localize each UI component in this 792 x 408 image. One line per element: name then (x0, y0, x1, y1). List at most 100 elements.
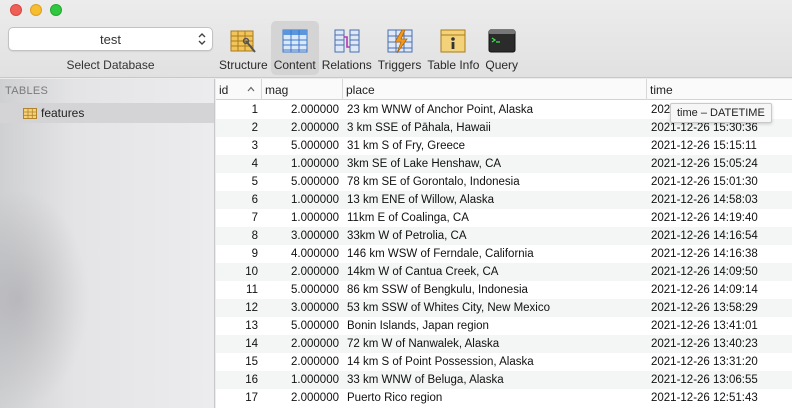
table-row[interactable]: 15 2.000000 14 km S of Point Possession, A… (216, 353, 792, 371)
column-header-time[interactable]: time (647, 79, 792, 100)
table-row[interactable]: 8 3.000000 33km W of Petrolia, CA 2021-12-2… (216, 227, 792, 245)
content-button[interactable]: Content (270, 21, 319, 75)
cell-place[interactable]: Bonin Islands, Japan region (343, 317, 647, 335)
cell-id[interactable]: 7 (216, 209, 262, 227)
cell-place[interactable]: 53 km SSW of Whites City, New Mexico (343, 299, 647, 317)
cell-mag[interactable]: 2.000000 (262, 101, 343, 119)
cell-mag[interactable]: 4.000000 (262, 245, 343, 263)
cell-time[interactable]: 2021-12-26 14:09:14 (647, 281, 792, 299)
cell-time[interactable]: 2021-12-26 15:05:24 (647, 155, 792, 173)
cell-mag[interactable]: 5.000000 (262, 137, 343, 155)
column-header-mag[interactable]: mag (262, 79, 343, 100)
minimize-window-button[interactable] (30, 4, 42, 16)
cell-place[interactable]: 23 km WNW of Anchor Point, Alaska (343, 101, 647, 119)
table-row[interactable]: 17 2.000000 Puerto Rico region 2021-12-26 1… (216, 389, 792, 407)
cell-mag[interactable]: 2.000000 (262, 335, 343, 353)
cell-mag[interactable]: 1.000000 (262, 209, 343, 227)
cell-mag[interactable]: 5.000000 (262, 317, 343, 335)
cell-place[interactable]: 72 km W of Nanwalek, Alaska (343, 335, 647, 353)
relations-button[interactable]: Relations (319, 21, 375, 75)
cell-time[interactable]: 2021-12-26 15:15:11 (647, 137, 792, 155)
cell-time[interactable]: 2021-12-26 15:01:30 (647, 173, 792, 191)
cell-time[interactable]: 2021-12-26 13:31:20 (647, 353, 792, 371)
cell-time[interactable]: 2021-12-26 14:58:03 (647, 191, 792, 209)
column-header-id[interactable]: id (216, 79, 262, 100)
cell-place[interactable]: 146 km WSW of Ferndale, California (343, 245, 647, 263)
table-row[interactable]: 12 3.000000 53 km SSW of Whites City, New … (216, 299, 792, 317)
cell-time[interactable]: 2021-12-26 13:06:55 (647, 371, 792, 389)
cell-place[interactable]: 11km E of Coalinga, CA (343, 209, 647, 227)
cell-place[interactable]: 31 km S of Fry, Greece (343, 137, 647, 155)
structure-button[interactable]: Structure (216, 21, 271, 75)
table-row[interactable]: 14 2.000000 72 km W of Nanwalek, Alaska 202… (216, 335, 792, 353)
table-row[interactable]: 13 5.000000 Bonin Islands, Japan region 202… (216, 317, 792, 335)
cell-place[interactable]: 3 km SSE of Pāhala, Hawaii (343, 119, 647, 137)
cell-place[interactable]: 13 km ENE of Willow, Alaska (343, 191, 647, 209)
table-row[interactable]: 3 5.000000 31 km S of Fry, Greece 2021-12-2… (216, 137, 792, 155)
table-row[interactable]: 11 5.000000 86 km SSW of Bengkulu, Indones… (216, 281, 792, 299)
cell-id[interactable]: 10 (216, 263, 262, 281)
column-header-label: place (346, 82, 375, 97)
cell-time[interactable]: 2021-12-26 13:40:23 (647, 335, 792, 353)
cell-place[interactable]: 33 km WNW of Beluga, Alaska (343, 371, 647, 389)
cell-place[interactable]: 14 km S of Point Possession, Alaska (343, 353, 647, 371)
cell-place[interactable]: Puerto Rico region (343, 389, 647, 407)
cell-id[interactable]: 3 (216, 137, 262, 155)
cell-id[interactable]: 13 (216, 317, 262, 335)
close-window-button[interactable] (10, 4, 22, 16)
cell-mag[interactable]: 2.000000 (262, 389, 343, 407)
zoom-window-button[interactable] (50, 4, 62, 16)
cell-id[interactable]: 8 (216, 227, 262, 245)
database-select[interactable]: test (8, 27, 213, 51)
cell-id[interactable]: 1 (216, 101, 262, 119)
table-row[interactable]: 6 1.000000 13 km ENE of Willow, Alaska 2021… (216, 191, 792, 209)
sidebar-item-features[interactable]: features (0, 103, 214, 123)
cell-place[interactable]: 86 km SSW of Bengkulu, Indonesia (343, 281, 647, 299)
cell-id[interactable]: 4 (216, 155, 262, 173)
cell-time[interactable]: 2021-12-26 14:16:38 (647, 245, 792, 263)
cell-place[interactable]: 33km W of Petrolia, CA (343, 227, 647, 245)
cell-time[interactable]: 2021-12-26 13:58:29 (647, 299, 792, 317)
cell-time[interactable]: 2021-12-26 12:51:43 (647, 389, 792, 407)
cell-place[interactable]: 14km W of Cantua Creek, CA (343, 263, 647, 281)
cell-id[interactable]: 17 (216, 389, 262, 407)
table-row[interactable]: 7 1.000000 11km E of Coalinga, CA 2021-12-2… (216, 209, 792, 227)
cell-place[interactable]: 78 km SE of Gorontalo, Indonesia (343, 173, 647, 191)
triggers-button[interactable]: Triggers (375, 21, 425, 75)
table-row[interactable]: 4 1.000000 3km SE of Lake Henshaw, CA 2021-… (216, 155, 792, 173)
cell-place[interactable]: 3km SE of Lake Henshaw, CA (343, 155, 647, 173)
cell-id[interactable]: 12 (216, 299, 262, 317)
cell-mag[interactable]: 5.000000 (262, 281, 343, 299)
cell-time[interactable]: 2021-12-26 13:41:01 (647, 317, 792, 335)
cell-id[interactable]: 5 (216, 173, 262, 191)
cell-mag[interactable]: 1.000000 (262, 155, 343, 173)
cell-time[interactable]: 2021-12-26 14:09:50 (647, 263, 792, 281)
table-row[interactable]: 9 4.000000 146 km WSW of Ferndale, Califor… (216, 245, 792, 263)
cell-id[interactable]: 11 (216, 281, 262, 299)
table-row[interactable]: 5 5.000000 78 km SE of Gorontalo, Indonesi… (216, 173, 792, 191)
cell-id[interactable]: 16 (216, 371, 262, 389)
cell-mag[interactable]: 2.000000 (262, 119, 343, 137)
structure-icon (230, 30, 257, 53)
sidebar-shadow (0, 189, 90, 408)
cell-mag[interactable]: 2.000000 (262, 263, 343, 281)
cell-id[interactable]: 15 (216, 353, 262, 371)
cell-mag[interactable]: 2.000000 (262, 353, 343, 371)
cell-mag[interactable]: 1.000000 (262, 191, 343, 209)
cell-mag[interactable]: 3.000000 (262, 299, 343, 317)
cell-mag[interactable]: 1.000000 (262, 371, 343, 389)
table-row[interactable]: 10 2.000000 14km W of Cantua Creek, CA 2021… (216, 263, 792, 281)
table-info-button[interactable]: Table Info (424, 21, 482, 75)
table-row[interactable]: 16 1.000000 33 km WNW of Beluga, Alaska 202… (216, 371, 792, 389)
cell-id[interactable]: 6 (216, 191, 262, 209)
cell-mag[interactable]: 3.000000 (262, 227, 343, 245)
cell-id[interactable]: 2 (216, 119, 262, 137)
column-header-place[interactable]: place (343, 79, 647, 100)
cell-time[interactable]: 2021-12-26 14:19:40 (647, 209, 792, 227)
cell-id[interactable]: 9 (216, 245, 262, 263)
cell-mag[interactable]: 5.000000 (262, 173, 343, 191)
cell-time[interactable]: 2021-12-26 14:16:54 (647, 227, 792, 245)
query-button[interactable]: Query (482, 21, 521, 75)
sidebar-item-label: features (41, 106, 85, 120)
cell-id[interactable]: 14 (216, 335, 262, 353)
